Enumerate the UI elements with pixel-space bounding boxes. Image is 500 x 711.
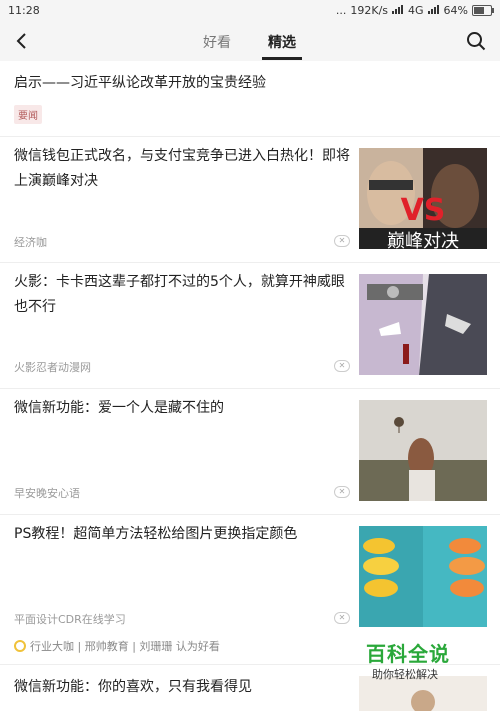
recommend-names: 行业大咖 | 邢帅教育 | 刘珊珊 认为好看 — [30, 640, 220, 653]
article-source: 经济咖 — [14, 236, 47, 249]
status-bar: 11:28 ... 192K/s 4G 64% — [0, 0, 500, 22]
battery-icon — [472, 5, 494, 16]
signal-icon-2 — [427, 4, 440, 17]
article-item[interactable]: 火影：卡卡西这辈子都打不过的5个人，就算开神威眼也不行 火影忍者动漫网 ✕ — [0, 262, 500, 389]
article-title: 微信钱包正式改名，与支付宝竞争已进入白热化！即将上演巅峰对决 — [14, 148, 350, 189]
active-tab-indicator — [262, 57, 302, 60]
tab-jingxuan[interactable]: 精选 — [268, 32, 296, 52]
article-title: 微信新功能：爱一个人是藏不住的 — [14, 400, 224, 416]
article-thumbnail — [359, 526, 487, 627]
article-title: 启示——习近平纵论改革开放的宝贵经验 — [14, 75, 266, 91]
article-thumbnail — [359, 400, 487, 501]
close-icon[interactable]: ✕ — [334, 612, 350, 624]
vs-caption: 巅峰对决 — [387, 231, 459, 249]
article-thumbnail — [359, 274, 487, 375]
watermark-subtitle: 助你轻松解决 — [372, 668, 438, 681]
article-item[interactable]: 微信钱包正式改名，与支付宝竞争已进入白热化！即将上演巅峰对决 经济咖 ✕ VS … — [0, 136, 500, 263]
network-type: 4G — [408, 4, 424, 17]
article-item[interactable]: 微信新功能：爱一个人是藏不住的 早安晚安心语 ✕ — [0, 388, 500, 515]
network-speed: 192K/s — [350, 4, 389, 17]
recommend-line: 行业大咖 | 邢帅教育 | 刘珊珊 认为好看 — [14, 638, 220, 654]
top-nav: 好看 精选 — [0, 22, 500, 61]
status-time: 11:28 — [8, 4, 40, 17]
watermark-title: 百科全说 — [366, 642, 450, 666]
battery-percent: 64% — [443, 4, 468, 17]
back-arrow-icon[interactable] — [10, 29, 34, 53]
article-source: 平面设计CDR在线学习 — [14, 613, 126, 626]
news-tag: 要闻 — [14, 105, 42, 124]
sun-icon — [14, 640, 26, 652]
article-source: 火影忍者动漫网 — [14, 361, 91, 374]
close-icon[interactable]: ✕ — [334, 486, 350, 498]
search-icon[interactable] — [464, 29, 488, 53]
signal-icon — [392, 4, 404, 17]
close-icon[interactable]: ✕ — [334, 235, 350, 247]
close-icon[interactable]: ✕ — [334, 360, 350, 372]
vs-text: VS — [401, 193, 446, 228]
article-thumbnail: VS 巅峰对决 — [359, 148, 487, 249]
article-title: PS教程！超简单方法轻松给图片更换指定颜色 — [14, 526, 298, 542]
tab-haokan[interactable]: 好看 — [203, 32, 231, 52]
watermark-logo: 百科全说 助你轻松解决 — [360, 636, 460, 686]
article-source: 早安晚安心语 — [14, 487, 80, 500]
status-right: ... 192K/s 4G 64% — [335, 4, 494, 17]
status-dots: ... — [335, 4, 347, 17]
article-title: 微信新功能：你的喜欢，只有我看得见 — [14, 679, 252, 695]
article-item[interactable]: 启示——习近平纵论改革开放的宝贵经验 要闻 — [0, 61, 500, 137]
article-title: 火影：卡卡西这辈子都打不过的5个人，就算开神威眼也不行 — [14, 274, 345, 315]
